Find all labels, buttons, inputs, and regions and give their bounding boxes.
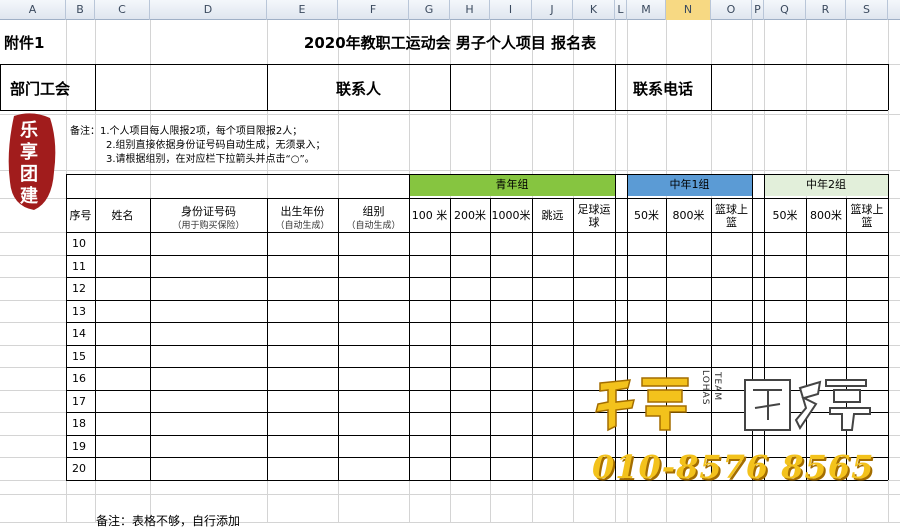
column-header-f[interactable]: F [338,0,409,20]
group-youth-band: 青年组 [409,174,615,196]
svg-text:建: 建 [20,185,38,207]
column-header-bar: ABCDEFGHIJKLMNOPQRS [0,0,900,20]
table-row-10[interactable] [96,233,887,255]
table-row-11[interactable] [96,256,887,277]
row-number: 15 [72,350,86,363]
hdr-seq: 序号 [69,209,92,222]
grid-line-h [0,114,900,115]
team-label: TEAM [712,372,722,402]
row-number: 13 [72,305,86,318]
hdr-youth-100m: 100 米 [411,209,448,222]
sheet-title: 2020年教职工运动会 男子个人项目 报名表 [303,34,597,52]
table-row-12[interactable] [96,278,887,300]
column-header-c[interactable]: C [95,0,150,20]
border-v [888,64,889,110]
grid-line-h [0,170,900,171]
grid-line-h [0,494,900,495]
lohas-label: LOHAS [700,370,710,406]
note-line-3: 3.请根据组别，在对应栏下拉箭头并点击“○”。 [106,154,315,165]
phone-input[interactable] [712,65,887,109]
row-number: 11 [72,260,86,273]
hdr-mid1-basketball: 篮球上篮 [715,203,748,229]
hdr-name: 姓名 [111,209,134,222]
hdr-youth-200m: 200米 [454,209,486,222]
svg-text:享: 享 [20,141,38,163]
table-row-13[interactable] [96,301,887,322]
hdr-mid2-basketball: 篮球上篮 [850,203,884,229]
hdr-birth: 出生年份 [280,205,325,218]
row-number: 10 [72,237,86,250]
dept-label: 部门工会 [10,80,71,98]
note-line-1: 备注：1.个人项目每人限报2项，每个项目限报2人； [70,126,303,137]
border-v [888,174,889,480]
attachment-label: 附件1 [4,34,45,52]
contact-input[interactable] [451,65,614,109]
column-header-r[interactable]: R [806,0,846,20]
signature-seal-icon: 乐享团建 [8,113,56,210]
footer-note: 备注：表格不够，自行添加 [96,514,241,528]
column-header-s[interactable]: S [846,0,888,20]
row-number: 12 [72,282,86,295]
table-row-15[interactable] [96,346,887,367]
group-mid1-band: 中年1组 [627,174,752,196]
hdr-youth-1000m: 1000米 [491,209,531,222]
column-header-n[interactable]: N [666,0,711,20]
hdr-birth-sub: （自动生成） [275,221,330,231]
hdr-youth-football: 足球运球 [577,203,611,229]
column-header-i[interactable]: I [490,0,532,20]
hdr-mid2-800m: 800米 [810,209,842,222]
column-header-k[interactable]: K [573,0,615,20]
row-number: 20 [72,462,86,475]
column-header-a[interactable]: A [0,0,66,20]
column-header-d[interactable]: D [150,0,267,20]
hdr-id-sub: （用于购买保险） [172,221,245,231]
row-number: 16 [72,372,86,385]
border-bottom-row2 [0,110,888,111]
group-mid2-band: 中年2组 [764,174,888,196]
row-number: 19 [72,440,86,453]
column-header-q[interactable]: Q [764,0,806,20]
note-line-2: 2.组别直接依据身份证号码自动生成，无须录入； [106,140,326,151]
watermark-phone: 010-8576 8565 [592,448,875,486]
hdr-id: 身份证号码 [181,205,236,218]
column-header-l[interactable]: L [615,0,627,20]
column-header-h[interactable]: H [450,0,490,20]
hdr-youth-long-jump: 跳远 [541,209,564,222]
hdr-group: 组别 [362,205,385,218]
column-header-j[interactable]: J [532,0,573,20]
hdr-mid2-50m: 50米 [772,209,798,222]
column-header-b[interactable]: B [66,0,95,20]
svg-text:乐: 乐 [20,120,38,141]
hdr-mid1-800m: 800米 [672,209,705,222]
phone-label: 联系电话 [632,80,693,98]
table-row-14[interactable] [96,323,887,345]
row-number: 18 [72,417,86,430]
column-header-m[interactable]: M [627,0,666,20]
row-number: 14 [72,327,86,340]
column-header-p[interactable]: P [752,0,764,20]
row-number: 17 [72,395,86,408]
border-v [0,64,1,110]
hdr-group-sub: （自动生成） [346,221,401,231]
lohas-team-watermark-logo [594,377,871,432]
column-header-g[interactable]: G [409,0,450,20]
column-header-e[interactable]: E [267,0,338,20]
sheet-grid[interactable]: 附件1 2020年教职工运动会 男子个人项目 报名表部门工会 联系人 联系电话备注：1… [0,20,900,528]
svg-text:团: 团 [20,164,38,185]
column-header-o[interactable]: O [711,0,752,20]
hdr-mid1-50m: 50米 [634,209,659,222]
contact-label: 联系人 [335,80,381,98]
dept-input[interactable] [96,65,266,109]
